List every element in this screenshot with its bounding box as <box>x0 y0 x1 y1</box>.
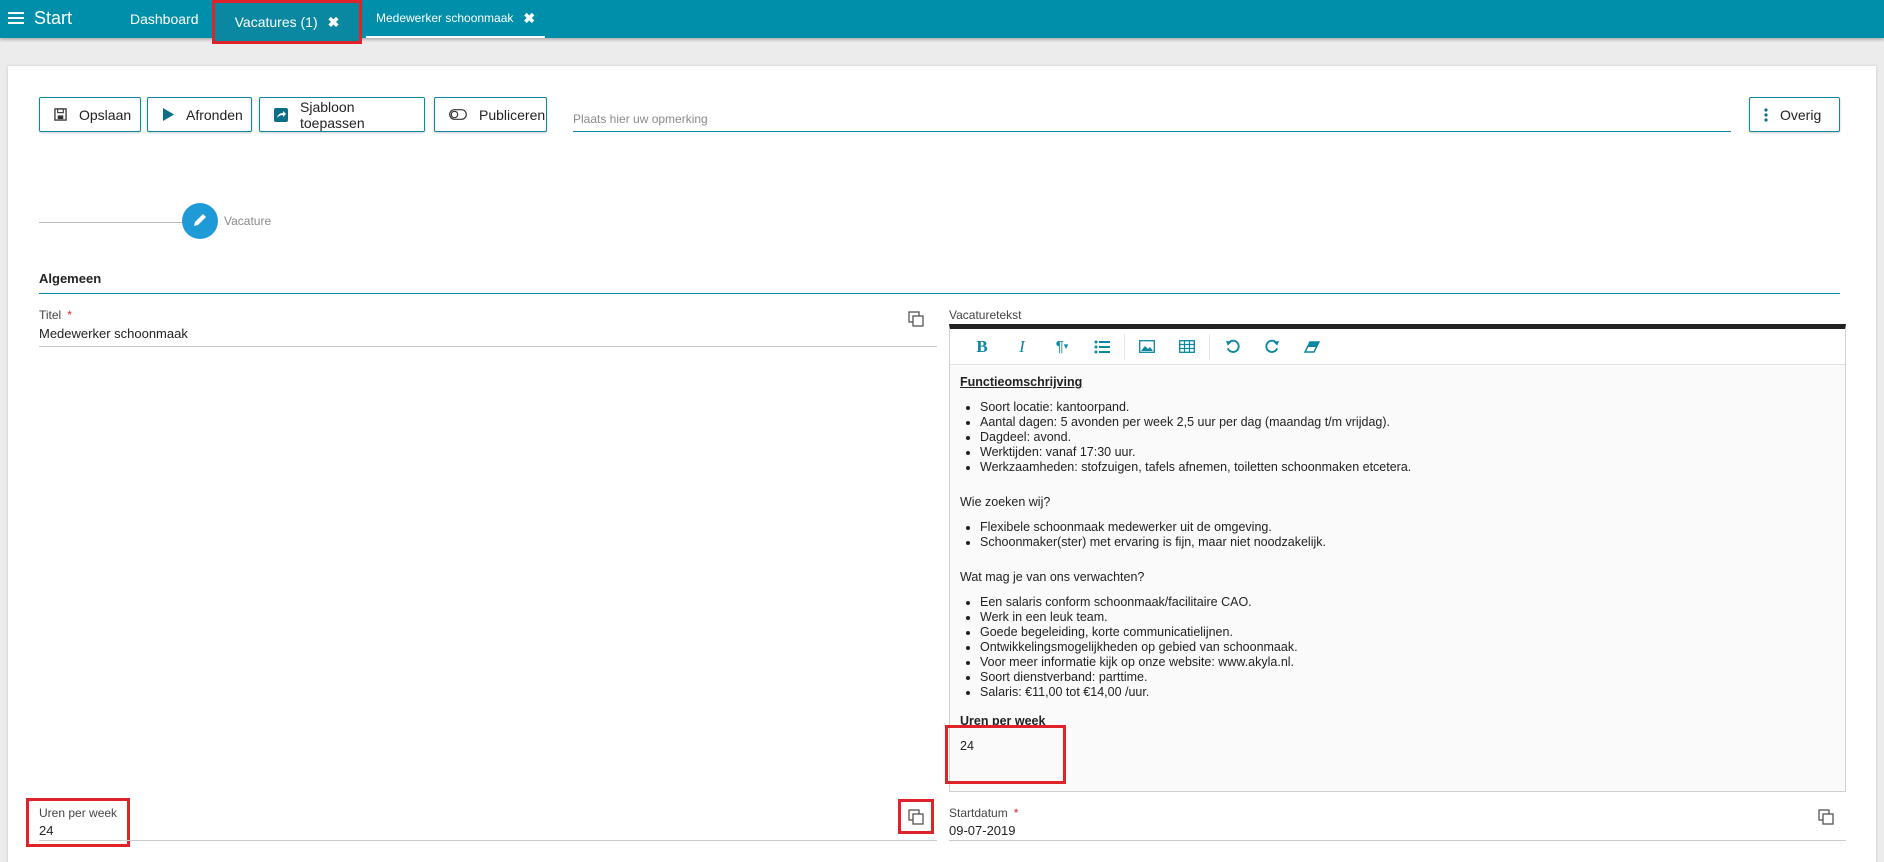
template-label: Sjabloon toepassen <box>300 98 365 131</box>
copy-icon[interactable] <box>906 309 926 329</box>
rich-text-editor[interactable]: B I ¶ ▾ Functieomschrijving • Soort loca… <box>949 324 1846 792</box>
play-icon <box>162 108 174 121</box>
tab-dashboard[interactable]: Dashboard <box>130 0 199 38</box>
list-item: Aantal dagen: 5 avonden per week 2,5 uur… <box>980 415 1830 430</box>
remark-input[interactable] <box>573 106 1731 132</box>
close-icon[interactable]: ✖ <box>328 14 340 31</box>
editor-question: Wie zoeken wij? <box>960 495 1051 509</box>
required-mark: * <box>1013 806 1019 820</box>
apply-template-button[interactable]: Sjabloon toepassen <box>259 97 425 132</box>
editor-question: Wat mag je van ons verwachten? <box>960 570 1145 584</box>
close-icon[interactable]: ✖ <box>523 10 535 27</box>
tab-vacatures-label: Vacatures (1) <box>234 14 318 30</box>
vacaturetekst-label: Vacaturetekst <box>949 308 1022 322</box>
titel-label: Titel * <box>39 308 72 322</box>
list-icon[interactable] <box>1082 333 1122 361</box>
toolbar-separator <box>1209 333 1210 360</box>
publish-button[interactable]: Publiceren <box>434 97 547 132</box>
other-button[interactable]: Overig <box>1749 97 1840 132</box>
startdatum-label-text: Startdatum <box>949 806 1008 820</box>
italic-icon[interactable]: I <box>1002 333 1042 361</box>
list-item: Soort locatie: kantoorpand. <box>980 400 1830 415</box>
step-vacature[interactable] <box>182 203 218 239</box>
list-item: Ontwikkelingsmogelijkheden op gebied van… <box>980 640 1830 655</box>
startdatum-field[interactable]: 09-07-2019 <box>949 823 1016 838</box>
editor-toolbar: B I ¶ ▾ <box>950 329 1845 365</box>
pencil-icon <box>192 212 208 231</box>
tab-medewerker-schoonmaak[interactable]: Medewerker schoonmaak ✖ <box>366 0 546 38</box>
paragraph-icon[interactable]: ¶ ▾ <box>1042 333 1082 361</box>
start-menu-label: Start <box>34 7 73 28</box>
list-item: Schoonmaker(ster) met ervaring is fijn, … <box>980 535 1830 550</box>
top-bar: Start Dashboard Vacatures (1) ✖ Medewerk… <box>0 0 1884 44</box>
startdatum-label: Startdatum * <box>949 806 1018 820</box>
section-divider <box>39 293 1840 294</box>
other-label: Overig <box>1780 106 1822 123</box>
list-item: Een salaris conform schoonmaak/facilitai… <box>980 595 1830 610</box>
copy-icon[interactable] <box>1816 807 1836 827</box>
list-item: Salaris: €11,00 tot €14,00 /uur. <box>980 685 1830 700</box>
finish-button[interactable]: Afronden <box>147 97 252 132</box>
list-item: Flexibele schoonmaak medewerker uit de o… <box>980 520 1830 535</box>
step-label: Vacature <box>224 214 272 228</box>
editor-uren-value: 24 <box>960 739 974 753</box>
tab-medewerker-label: Medewerker schoonmaak <box>376 11 514 25</box>
titel-underline <box>39 346 937 347</box>
toggle-icon <box>449 109 467 120</box>
uren-underline <box>39 840 937 841</box>
titel-label-text: Titel <box>39 308 62 322</box>
section-title: Algemeen <box>39 271 102 286</box>
highlight-box <box>898 799 934 834</box>
vacancy-card: Opslaan Afronden Sjabloon toepassen Publ… <box>8 66 1876 862</box>
editor-list: Soort locatie: kantoorpand. Aantal dagen… <box>960 400 1830 475</box>
editor-list: Flexibele schoonmaak medewerker uit de o… <box>960 520 1830 550</box>
step-connector <box>39 222 187 223</box>
editor-heading: Functieomschrijving <box>960 375 1083 389</box>
list-item: Werk in een leuk team. <box>980 610 1830 625</box>
start-menu-button[interactable]: Start <box>8 6 72 30</box>
list-item: Werktijden: vanaf 17:30 uur. <box>980 445 1830 460</box>
undo-icon[interactable] <box>1212 333 1252 361</box>
toolbar-separator <box>1124 333 1125 360</box>
eraser-icon[interactable] <box>1292 333 1332 361</box>
list-item: Soort dienstverband: parttime. <box>980 670 1830 685</box>
editor-uren-heading: Uren per week <box>960 714 1046 728</box>
bold-icon[interactable]: B <box>962 333 1002 361</box>
startdatum-underline <box>949 840 1846 841</box>
list-item: Dagdeel: avond. <box>980 430 1830 445</box>
publish-label: Publiceren <box>479 106 546 123</box>
floppy-icon <box>54 108 67 121</box>
highlight-box <box>945 725 1066 784</box>
editor-list: Een salaris conform schoonmaak/facilitai… <box>960 595 1830 700</box>
titel-field[interactable]: Medewerker schoonmaak <box>39 326 188 341</box>
list-item: Werkzaamheden: stofzuigen, tafels afneme… <box>980 460 1830 475</box>
finish-label: Afronden <box>186 106 243 123</box>
save-button[interactable]: Opslaan <box>39 97 141 132</box>
image-icon[interactable] <box>1127 333 1167 361</box>
hamburger-icon <box>8 12 24 24</box>
list-item: Voor meer informatie kijk op onze websit… <box>980 655 1830 670</box>
required-mark: * <box>67 308 72 322</box>
editor-content[interactable]: Functieomschrijving Soort locatie: kanto… <box>960 375 1830 754</box>
save-label: Opslaan <box>79 106 132 123</box>
table-icon[interactable] <box>1167 333 1207 361</box>
share-icon <box>274 107 288 122</box>
more-vertical-icon <box>1764 107 1768 122</box>
tab-vacatures[interactable]: Vacatures (1) ✖ <box>212 0 362 44</box>
tab-dashboard-label: Dashboard <box>130 11 199 27</box>
list-item: Goede begeleiding, korte communicatielij… <box>980 625 1830 640</box>
redo-icon[interactable] <box>1252 333 1292 361</box>
